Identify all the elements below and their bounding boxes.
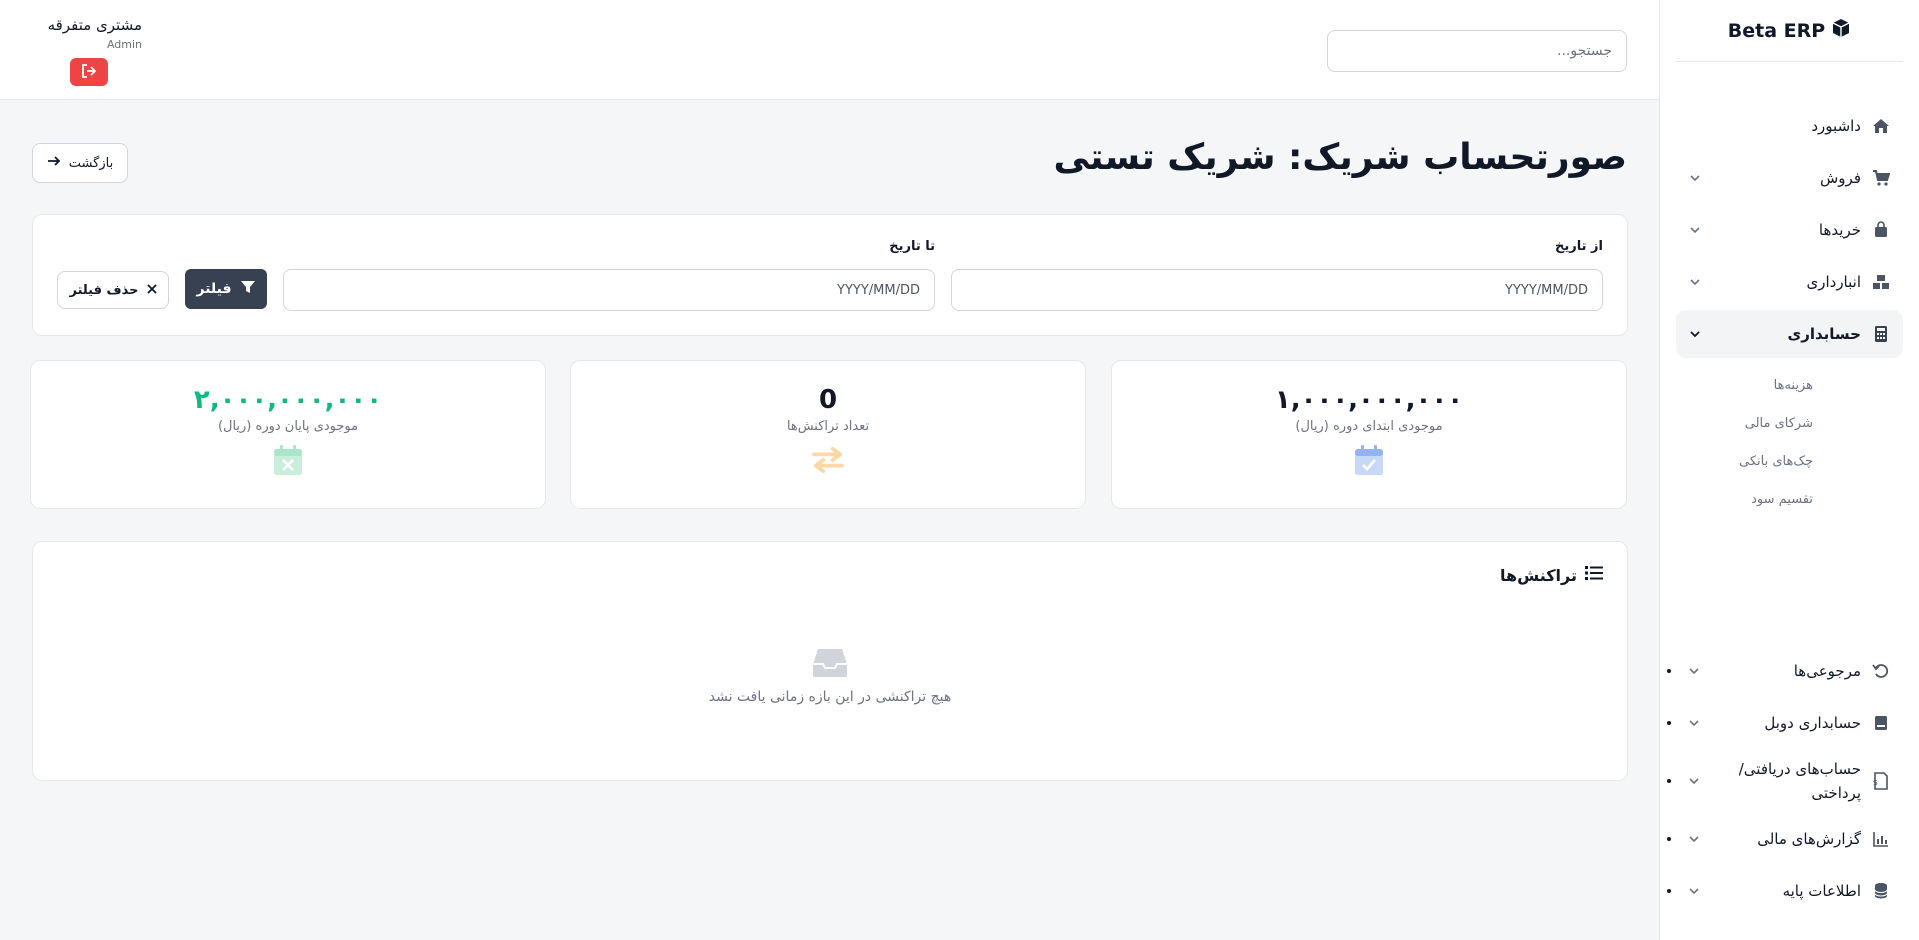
sidebar-item-base-data[interactable]: اطلاعات پایه xyxy=(1667,867,1903,915)
filter-button-label: فیلتر xyxy=(196,281,232,297)
sidebar-item-receivables-payables[interactable]: $ حساب‌های دریافتی/ پرداختی xyxy=(1667,751,1903,811)
chevron-down-icon[interactable] xyxy=(1688,223,1702,237)
sidebar-item-label: اطلاعات پایه xyxy=(1782,882,1861,900)
sidebar-item-sales[interactable]: فروش xyxy=(1676,154,1903,202)
home-icon xyxy=(1871,116,1891,136)
chevron-down-icon[interactable] xyxy=(1687,832,1701,846)
search-input[interactable] xyxy=(1327,30,1627,72)
transactions-card: تراکنش‌ها هیچ تراکنشی در این بازه زمانی … xyxy=(32,541,1628,781)
exchange-icon xyxy=(812,444,844,476)
user-name: مشتری متفرقه xyxy=(47,16,142,34)
from-date-label: از تاریخ xyxy=(1555,239,1603,254)
logout-button[interactable] xyxy=(70,58,108,86)
sidebar-item-label: مرجوعی‌ها xyxy=(1793,662,1861,680)
stat-value: ۲,۰۰۰,۰۰۰,۰۰۰ xyxy=(193,385,383,415)
bullet-dot xyxy=(1667,889,1671,893)
database-icon xyxy=(1871,881,1891,901)
user-role: Admin xyxy=(106,38,142,51)
sidebar-item-label: حسابداری دوبل xyxy=(1764,714,1861,732)
transactions-title: تراکنش‌ها xyxy=(1500,565,1603,585)
back-button-label: بازگشت xyxy=(68,155,114,171)
sidebar-item-financial-reports[interactable]: گزارش‌های مالی xyxy=(1667,815,1903,863)
main-content: صورتحساب شریک: شریک تستی بازگشت از تاریخ… xyxy=(0,101,1659,940)
sidebar-item-returns[interactable]: مرجوعی‌ها xyxy=(1667,647,1903,695)
chart-icon xyxy=(1871,829,1891,849)
clear-filter-label: حذف فیلتر xyxy=(69,282,139,298)
undo-icon xyxy=(1871,661,1891,681)
stat-card-transaction-count: 0 تعداد تراکنش‌ها xyxy=(570,360,1086,509)
transactions-title-text: تراکنش‌ها xyxy=(1500,565,1577,585)
calendar-x-icon xyxy=(272,444,304,476)
bag-icon xyxy=(1871,220,1891,240)
sidebar-nav-bottom: مرجوعی‌ها حسابداری دوبل $ حساب‌های دریاف… xyxy=(1659,643,1919,919)
sidebar-item-label: فروش xyxy=(1819,169,1861,187)
calendar-check-icon xyxy=(1353,444,1385,476)
sidebar-item-dashboard[interactable]: داشبورد xyxy=(1676,102,1903,150)
sidebar-nav: داشبورد فروش خریدها انبارداری حسابداری ه… xyxy=(1660,62,1919,524)
stat-label: تعداد تراکنش‌ها xyxy=(786,419,870,434)
accounting-submenu: هزینه‌ها شرکای مالی چک‌های بانکی تقسیم س… xyxy=(1660,362,1919,524)
filter-card: از تاریخ تا تاریخ فیلتر حذف فیلتر xyxy=(32,214,1628,336)
filter-button[interactable]: فیلتر xyxy=(185,269,267,309)
sidebar: Beta ERP داشبورد فروش خریدها انبارداری ح… xyxy=(1659,0,1919,940)
page-title: صورتحساب شریک: شریک تستی xyxy=(1053,137,1628,178)
from-date-input[interactable] xyxy=(951,269,1603,311)
stat-card-opening-balance: ۱,۰۰۰,۰۰۰,۰۰۰ موجودی ابتدای دوره (ریال) xyxy=(1111,360,1627,509)
chevron-down-icon[interactable] xyxy=(1688,171,1702,185)
chevron-down-icon[interactable] xyxy=(1687,774,1701,788)
to-date-input[interactable] xyxy=(283,269,935,311)
chevron-down-icon[interactable] xyxy=(1688,275,1702,289)
inbox-icon xyxy=(812,647,848,679)
stat-value: ۱,۰۰۰,۰۰۰,۰۰۰ xyxy=(1274,385,1464,415)
chevron-down-icon[interactable] xyxy=(1687,884,1701,898)
sidebar-item-label: داشبورد xyxy=(1811,117,1861,135)
calculator-icon xyxy=(1871,324,1891,344)
sidebar-subitem-expenses[interactable]: هزینه‌ها xyxy=(1660,366,1919,404)
stat-label: موجودی پایان دوره (ریال) xyxy=(217,419,359,434)
cube-icon xyxy=(1831,18,1851,43)
empty-state: هیچ تراکنشی در این بازه زمانی یافت نشد xyxy=(33,647,1627,705)
empty-state-text: هیچ تراکنشی در این بازه زمانی یافت نشد xyxy=(708,689,952,705)
sidebar-item-label: حساب‌های دریافتی/ پرداختی xyxy=(1738,760,1861,802)
sidebar-item-label: انبارداری xyxy=(1806,273,1861,291)
sidebar-item-label: خریدها xyxy=(1818,221,1861,239)
logout-icon xyxy=(81,63,97,81)
bullet-dot xyxy=(1667,721,1671,725)
sidebar-item-inventory[interactable]: انبارداری xyxy=(1676,258,1903,306)
stat-card-closing-balance: ۲,۰۰۰,۰۰۰,۰۰۰ موجودی پایان دوره (ریال) xyxy=(30,360,546,509)
brand-name: Beta ERP xyxy=(1727,19,1826,42)
chevron-down-icon[interactable] xyxy=(1688,327,1702,341)
sidebar-subitem-checks[interactable]: چک‌های بانکی xyxy=(1660,442,1919,480)
svg-text:$: $ xyxy=(1873,778,1878,787)
brand[interactable]: Beta ERP xyxy=(1676,0,1903,62)
stat-label: موجودی ابتدای دوره (ریال) xyxy=(1295,419,1443,434)
sidebar-item-label: حسابداری xyxy=(1787,325,1861,343)
list-icon xyxy=(1585,565,1603,585)
to-date-label: تا تاریخ xyxy=(889,239,935,254)
back-button[interactable]: بازگشت xyxy=(32,143,128,183)
sidebar-item-double-entry[interactable]: حسابداری دوبل xyxy=(1667,699,1903,747)
sidebar-subitem-partners[interactable]: شرکای مالی xyxy=(1660,404,1919,442)
sidebar-item-accounting[interactable]: حسابداری xyxy=(1676,310,1903,358)
chevron-down-icon[interactable] xyxy=(1687,716,1701,730)
filter-icon xyxy=(240,280,256,298)
sidebar-item-label: گزارش‌های مالی xyxy=(1757,830,1861,848)
sidebar-subitem-profit-share[interactable]: تقسیم سود xyxy=(1660,480,1919,518)
bullet-dot xyxy=(1667,779,1671,783)
arrow-right-icon xyxy=(47,155,61,171)
invoice-icon: $ xyxy=(1871,771,1891,791)
cart-icon xyxy=(1871,168,1891,188)
sidebar-item-purchases[interactable]: خریدها xyxy=(1676,206,1903,254)
bullet-dot xyxy=(1667,669,1671,673)
close-icon xyxy=(146,283,157,298)
clear-filter-button[interactable]: حذف فیلتر xyxy=(57,271,169,309)
book-icon xyxy=(1871,713,1891,733)
bullet-dot xyxy=(1667,837,1671,841)
boxes-icon xyxy=(1871,272,1891,292)
chevron-down-icon[interactable] xyxy=(1687,664,1701,678)
user-info: مشتری متفرقه Admin xyxy=(32,16,142,51)
stat-value: 0 xyxy=(818,385,838,415)
top-header: مشتری متفرقه Admin xyxy=(0,0,1659,100)
